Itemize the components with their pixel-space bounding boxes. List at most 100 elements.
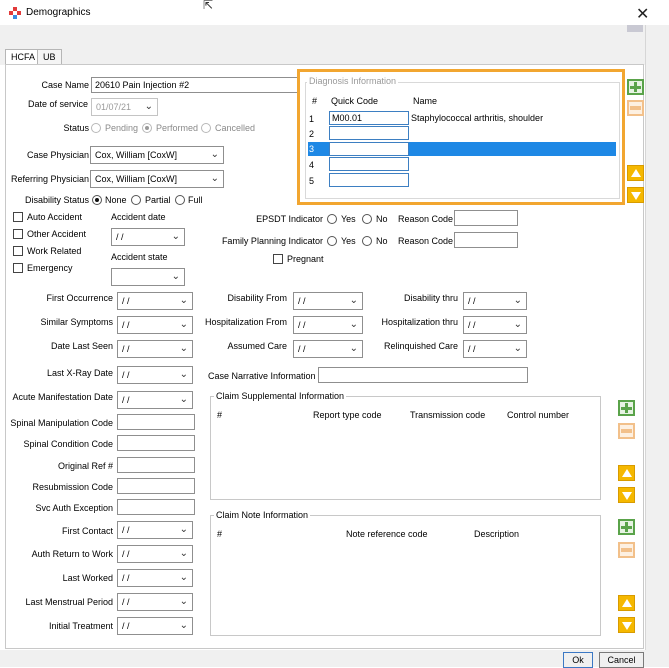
first-contact-picker[interactable]: / / ⌄ [117,521,193,539]
work-related-label: Work Related [27,246,82,256]
chevron-down-icon: ⌄ [179,548,188,559]
diagnosis-quick-code-input[interactable] [329,157,409,171]
scroll-thumb[interactable] [627,25,643,32]
disability-full-radio[interactable] [175,195,185,205]
mouse-cursor-icon: ⇱ [203,0,214,12]
first-occurrence-value: / / [122,296,130,306]
add-supplemental-icon[interactable] [618,400,635,416]
epsdt-no-label: No [376,214,388,224]
move-up-icon[interactable] [618,595,635,611]
epsdt-yes-radio[interactable] [327,214,337,224]
family-planning-yes-label: Yes [341,236,356,246]
chevron-down-icon: ⌄ [513,343,522,354]
referring-physician-label: Referring Physician [10,174,89,184]
spinal-manipulation-code-input[interactable] [117,414,195,430]
initial-treatment-picker[interactable]: / / ⌄ [117,617,193,635]
assumed-care-picker[interactable]: / / ⌄ [293,340,363,358]
last-menstrual-period-picker[interactable]: / / ⌄ [117,593,193,611]
accident-state-label: Accident state [111,252,168,262]
date-last-seen-label: Date Last Seen [50,341,113,351]
move-up-icon[interactable] [627,165,644,181]
ok-button[interactable]: Ok [563,652,593,668]
remove-note-icon[interactable] [618,542,635,558]
status-performed-radio[interactable] [142,123,152,133]
spinal-manipulation-code-label: Spinal Manipulation Code [10,418,113,428]
move-down-icon[interactable] [627,187,644,203]
diagnosis-row-num: 2 [309,129,315,139]
diagnosis-row-num: 3 [309,144,315,154]
move-down-icon[interactable] [618,617,635,633]
claim-supplemental-header-transmission: Transmission code [410,410,486,420]
remove-diagnosis-icon[interactable] [627,100,644,116]
date-of-service-picker[interactable]: 01/07/21 ⌄ [91,98,158,116]
pregnant-checkbox[interactable] [273,254,283,264]
disability-partial-radio[interactable] [131,195,141,205]
tab-hcfa[interactable]: HCFA [5,49,42,65]
move-down-icon[interactable] [618,487,635,503]
chevron-down-icon: ⌄ [171,231,180,242]
close-icon[interactable]: ✕ [636,4,649,24]
diagnosis-quick-code-input[interactable] [329,142,409,156]
last-xray-date-picker[interactable]: / / ⌄ [117,366,193,384]
other-accident-checkbox[interactable] [13,229,23,239]
emergency-checkbox[interactable] [13,263,23,273]
tab-strip [0,25,669,65]
case-physician-select[interactable]: Cox, William [CoxW] ⌄ [90,146,224,164]
diagnosis-row-num: 4 [309,160,315,170]
status-pending-radio[interactable] [91,123,101,133]
accident-state-select[interactable]: ⌄ [111,268,185,286]
epsdt-no-radio[interactable] [362,214,372,224]
svc-auth-exception-input[interactable] [117,499,195,515]
epsdt-indicator-label: EPSDT Indicator [256,214,323,224]
right-side-strip [645,25,669,650]
move-up-icon[interactable] [618,465,635,481]
diagnosis-quick-code-input[interactable] [329,173,409,187]
auto-accident-label: Auto Accident [27,212,83,222]
tab-ub[interactable]: UB [37,49,62,64]
diagnosis-header-quick-code: Quick Code [331,96,379,106]
add-note-icon[interactable] [618,519,635,535]
first-occurrence-picker[interactable]: / / ⌄ [117,292,193,310]
chevron-down-icon: ⌄ [179,369,188,380]
disability-thru-picker[interactable]: / / ⌄ [463,292,527,310]
family-planning-reason-code-label: Reason Code [398,236,454,246]
diagnosis-quick-code-input[interactable]: M00.01 [329,111,409,125]
accident-date-picker[interactable]: / / ⌄ [111,228,185,246]
status-cancelled-radio[interactable] [201,123,211,133]
epsdt-reason-code-input[interactable] [454,210,518,226]
hospitalization-thru-picker[interactable]: / / ⌄ [463,316,527,334]
remove-supplemental-icon[interactable] [618,423,635,439]
family-planning-reason-code-input[interactable] [454,232,518,248]
relinquished-care-picker[interactable]: / / ⌄ [463,340,527,358]
chevron-down-icon: ⌄ [513,295,522,306]
case-name-input[interactable]: 20610 Pain Injection #2 [91,77,301,93]
disability-none-radio[interactable] [92,195,102,205]
acute-manifestation-date-picker[interactable]: / / ⌄ [117,391,193,409]
family-planning-no-radio[interactable] [362,236,372,246]
cancel-button[interactable]: Cancel [599,652,644,668]
hospitalization-from-picker[interactable]: / / ⌄ [293,316,363,334]
auto-accident-checkbox[interactable] [13,212,23,222]
disability-status-label: Disability Status [24,195,89,205]
case-narrative-input[interactable] [318,367,528,383]
diagnosis-quick-code-input[interactable] [329,126,409,140]
original-ref-input[interactable] [117,457,195,473]
similar-symptoms-value: / / [122,320,130,330]
similar-symptoms-picker[interactable]: / / ⌄ [117,316,193,334]
auth-return-to-work-value: / / [122,549,130,559]
referring-physician-select[interactable]: Cox, William [CoxW] ⌄ [90,170,224,188]
disability-from-picker[interactable]: / / ⌄ [293,292,363,310]
work-related-checkbox[interactable] [13,246,23,256]
claim-supplemental-header-report-type: Report type code [313,410,382,420]
add-diagnosis-icon[interactable] [627,79,644,95]
auth-return-to-work-picker[interactable]: / / ⌄ [117,545,193,563]
chevron-down-icon: ⌄ [179,394,188,405]
spinal-condition-code-input[interactable] [117,435,195,451]
date-last-seen-picker[interactable]: / / ⌄ [117,340,193,358]
resubmission-code-input[interactable] [117,478,195,494]
disability-from-label: Disability From [227,293,287,303]
last-worked-picker[interactable]: / / ⌄ [117,569,193,587]
family-planning-yes-radio[interactable] [327,236,337,246]
pregnant-label: Pregnant [287,254,324,264]
epsdt-reason-code-label: Reason Code [398,214,454,224]
